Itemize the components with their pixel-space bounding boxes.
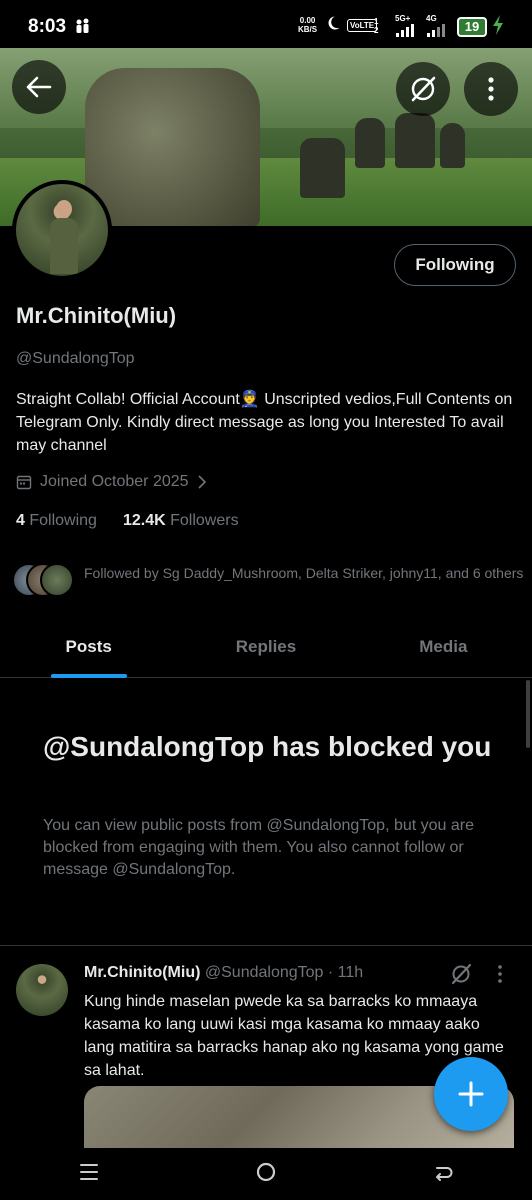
profile-handle: @SundalongTop: [16, 350, 135, 367]
profile-tabs: Posts Replies Media: [0, 620, 532, 678]
compose-button[interactable]: [434, 1057, 508, 1131]
tab-label: Posts: [65, 637, 112, 656]
banner-soldier: [85, 68, 260, 226]
signal-icon: [396, 24, 414, 37]
home-button[interactable]: [255, 1161, 277, 1188]
tweet-more-button[interactable]: [497, 965, 503, 988]
system-back-button[interactable]: [432, 1161, 454, 1188]
divider: [0, 945, 532, 946]
followers-count-link[interactable]: 12.4K Followers: [123, 512, 239, 530]
network-speed: 0.00 KB/S: [298, 16, 317, 34]
scrollbar[interactable]: [526, 680, 530, 748]
tweet-avatar[interactable]: [16, 964, 68, 1016]
following-label: Following: [29, 512, 97, 529]
recents-button[interactable]: [78, 1161, 100, 1188]
followers-count: 12.4K: [122, 512, 166, 529]
sim-2: 2: [374, 26, 379, 35]
joined-text: Joined October 2025: [40, 473, 189, 490]
speed-unit: KB/S: [298, 25, 318, 34]
blocked-title: @SundalongTop has blocked you: [43, 731, 492, 762]
chevron-right-icon: [197, 475, 206, 489]
follow-counts: 4 Following 12.4K Followers: [16, 512, 239, 530]
sim-indicator: 1 2: [374, 17, 378, 35]
system-nav-bar: [0, 1148, 532, 1200]
mutual-avatar: [40, 563, 74, 597]
charging-icon: [492, 15, 504, 40]
arrow-left-icon: [26, 76, 52, 98]
speed-value: 0.00: [299, 16, 316, 25]
avatar-figure: [50, 218, 78, 274]
followers-label: Followers: [170, 512, 239, 529]
profile-avatar[interactable]: [12, 180, 112, 280]
tab-label: Replies: [235, 637, 297, 656]
moon-icon: [325, 15, 341, 36]
following-count-link[interactable]: 4 Following: [16, 512, 97, 530]
network-type-2: 4G: [426, 14, 437, 23]
following-count: 4: [16, 512, 25, 529]
followed-by[interactable]: Followed by Sg Daddy_Mushroom, Delta Str…: [12, 563, 524, 597]
more-options-button[interactable]: [464, 62, 518, 116]
more-vertical-icon: [488, 77, 494, 101]
battery-level: 19: [457, 17, 487, 37]
tweet-grok-button[interactable]: [450, 963, 472, 990]
tab-replies[interactable]: Replies: [177, 620, 354, 677]
tweet-author-handle[interactable]: @SundalongTop: [205, 964, 324, 981]
followed-by-text: Followed by Sg Daddy_Mushroom, Delta Str…: [84, 565, 524, 581]
recents-icon: [79, 1163, 98, 1180]
status-time: 8:03: [28, 16, 67, 37]
profile-display-name: Mr.Chinito(Miu): [16, 303, 177, 328]
more-vertical-icon: [498, 965, 502, 983]
notification-icon: [75, 18, 91, 38]
following-button[interactable]: Following: [394, 244, 516, 286]
tweet-separator: ·: [327, 964, 334, 981]
active-tab-indicator: [50, 674, 127, 678]
banner-background: [0, 48, 532, 128]
grok-icon: [451, 963, 472, 985]
tweet-time[interactable]: 11h: [338, 964, 364, 981]
plus-icon: [458, 1081, 484, 1107]
avatar-face: [56, 200, 72, 218]
blocked-description: You can view public posts from @Sundalon…: [43, 817, 475, 878]
status-bar: 8:03 0.00 KB/S VoLTE 1 2 5G+ 4G 19: [0, 0, 532, 48]
banner-soldier: [440, 123, 465, 168]
banner-soldier: [355, 118, 385, 168]
tab-media[interactable]: Media: [355, 620, 532, 677]
tweet-author-name[interactable]: Mr.Chinito(Miu): [84, 964, 200, 981]
grok-button[interactable]: [396, 62, 450, 116]
banner-soldier: [300, 138, 345, 198]
banner-soldier: [395, 113, 435, 168]
tab-label: Media: [419, 637, 468, 656]
joined-date[interactable]: Joined October 2025: [16, 473, 207, 491]
grok-icon: [411, 76, 436, 102]
tab-posts[interactable]: Posts: [0, 620, 177, 678]
signal-icon: [427, 24, 445, 37]
calendar-icon: [16, 475, 32, 490]
back-icon: [436, 1166, 453, 1181]
sim-1: 1: [374, 17, 379, 26]
home-circle-icon: [256, 1162, 276, 1181]
mutual-avatars: [12, 563, 74, 597]
volte-badge: VoLTE: [347, 19, 378, 32]
network-type-1: 5G+: [395, 14, 411, 23]
back-button[interactable]: [12, 60, 66, 114]
tweet-header: Mr.Chinito(Miu) @SundalongTop · 11h: [84, 964, 363, 982]
profile-bio: Straight Collab! Official Account👮 Unscr…: [16, 391, 513, 454]
